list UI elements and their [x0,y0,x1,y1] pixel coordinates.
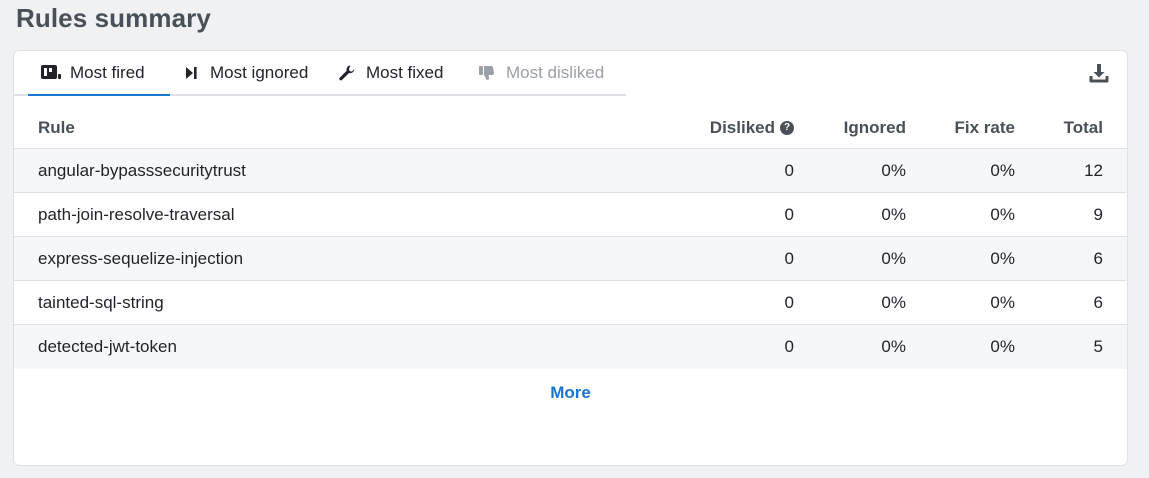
total-count: 6 [1093,248,1103,268]
fix-rate: 0% [990,204,1015,224]
fire-board-icon [40,63,62,83]
column-header-disliked[interactable]: Disliked ? [710,107,794,148]
ignored-rate: 0% [881,292,906,312]
column-header-ignored[interactable]: Ignored [844,107,906,148]
total-count: 6 [1093,292,1103,312]
table-row[interactable]: angular-bypasssecuritytrust 0 0% 0% 12 [14,149,1127,193]
page-title: Rules summary [16,3,211,33]
tab-most-fixed[interactable]: Most fixed [326,51,466,94]
thumbs-down-icon [476,63,498,83]
tab-bar: Most fired Most ignored Most fixed Most … [14,51,626,96]
rule-name[interactable]: detected-jwt-token [38,325,177,369]
table-body: angular-bypasssecuritytrust 0 0% 0% 12 p… [14,149,1127,369]
skip-icon [180,63,202,83]
download-button[interactable] [1088,62,1110,89]
rule-name[interactable]: angular-bypasssecuritytrust [38,149,246,192]
rule-name[interactable]: tainted-sql-string [38,281,164,324]
total-count: 9 [1093,204,1103,224]
fix-rate: 0% [990,248,1015,268]
fix-rate: 0% [990,160,1015,180]
rules-summary-card: Most fired Most ignored Most fixed Most … [13,50,1128,466]
total-count: 12 [1084,160,1103,180]
disliked-count: 0 [784,248,794,268]
disliked-count: 0 [784,204,794,224]
rule-name[interactable]: express-sequelize-injection [38,237,243,280]
tab-label: Most fired [70,62,145,82]
table-row[interactable]: tainted-sql-string 0 0% 0% 6 [14,281,1127,325]
tab-label: Most disliked [506,62,605,82]
help-icon[interactable]: ? [780,120,794,135]
table-header: Rule Disliked ? Ignored Fix rate Total [14,107,1127,149]
column-header-label: Disliked [709,117,775,137]
tab-label: Most fixed [366,62,444,82]
ignored-rate: 0% [881,204,906,224]
fix-rate: 0% [990,337,1015,356]
total-count: 5 [1093,337,1103,356]
disliked-count: 0 [784,337,794,356]
ignored-rate: 0% [881,248,906,268]
tab-most-ignored[interactable]: Most ignored [170,51,326,94]
ignored-rate: 0% [881,160,906,180]
column-header-rule[interactable]: Rule [38,107,75,148]
fix-rate: 0% [990,292,1015,312]
table-row[interactable]: detected-jwt-token 0 0% 0% 5 [14,325,1127,369]
table-row[interactable]: express-sequelize-injection 0 0% 0% 6 [14,237,1127,281]
table-row[interactable]: path-join-resolve-traversal 0 0% 0% 9 [14,193,1127,237]
disliked-count: 0 [784,292,794,312]
rule-name[interactable]: path-join-resolve-traversal [38,193,235,236]
disliked-count: 0 [784,160,794,180]
more-link[interactable]: More [14,383,1127,403]
tab-most-fired[interactable]: Most fired [28,51,170,96]
tab-most-disliked[interactable]: Most disliked [466,51,626,94]
tab-label: Most ignored [210,62,309,82]
column-header-total[interactable]: Total [1064,107,1103,148]
wrench-icon [336,63,358,83]
column-header-fix-rate[interactable]: Fix rate [955,107,1015,148]
download-icon [1088,62,1110,89]
ignored-rate: 0% [881,337,906,356]
